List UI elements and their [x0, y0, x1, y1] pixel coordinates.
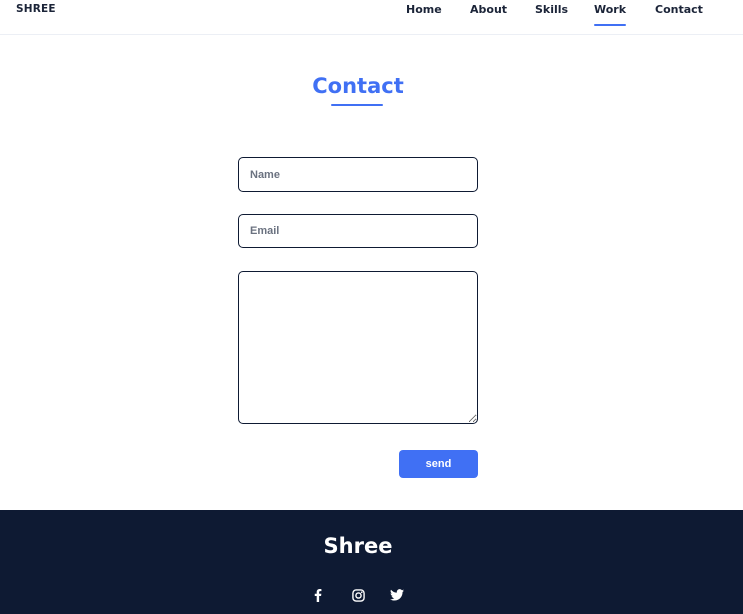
- message-textarea[interactable]: [238, 271, 478, 424]
- nav-item-work[interactable]: Work: [594, 3, 627, 26]
- footer: Shree: [0, 510, 743, 614]
- name-input[interactable]: [238, 157, 478, 192]
- nav-item-contact[interactable]: Contact: [655, 3, 703, 16]
- footer-brand: Shree: [323, 534, 393, 558]
- top-navbar: SHREE Home About Skills Work Contact: [0, 0, 743, 35]
- nav-item-skills[interactable]: Skills: [535, 3, 568, 16]
- twitter-icon[interactable]: [388, 586, 406, 604]
- title-underline: [331, 104, 383, 106]
- section-title: Contact: [312, 74, 404, 98]
- instagram-icon[interactable]: [349, 586, 367, 604]
- nav-item-about[interactable]: About: [470, 3, 507, 16]
- email-input[interactable]: [238, 214, 478, 248]
- facebook-icon[interactable]: [309, 586, 327, 604]
- main-nav: Home About Skills Work Contact: [0, 3, 743, 33]
- nav-item-home[interactable]: Home: [406, 3, 442, 16]
- send-button[interactable]: send: [399, 450, 478, 478]
